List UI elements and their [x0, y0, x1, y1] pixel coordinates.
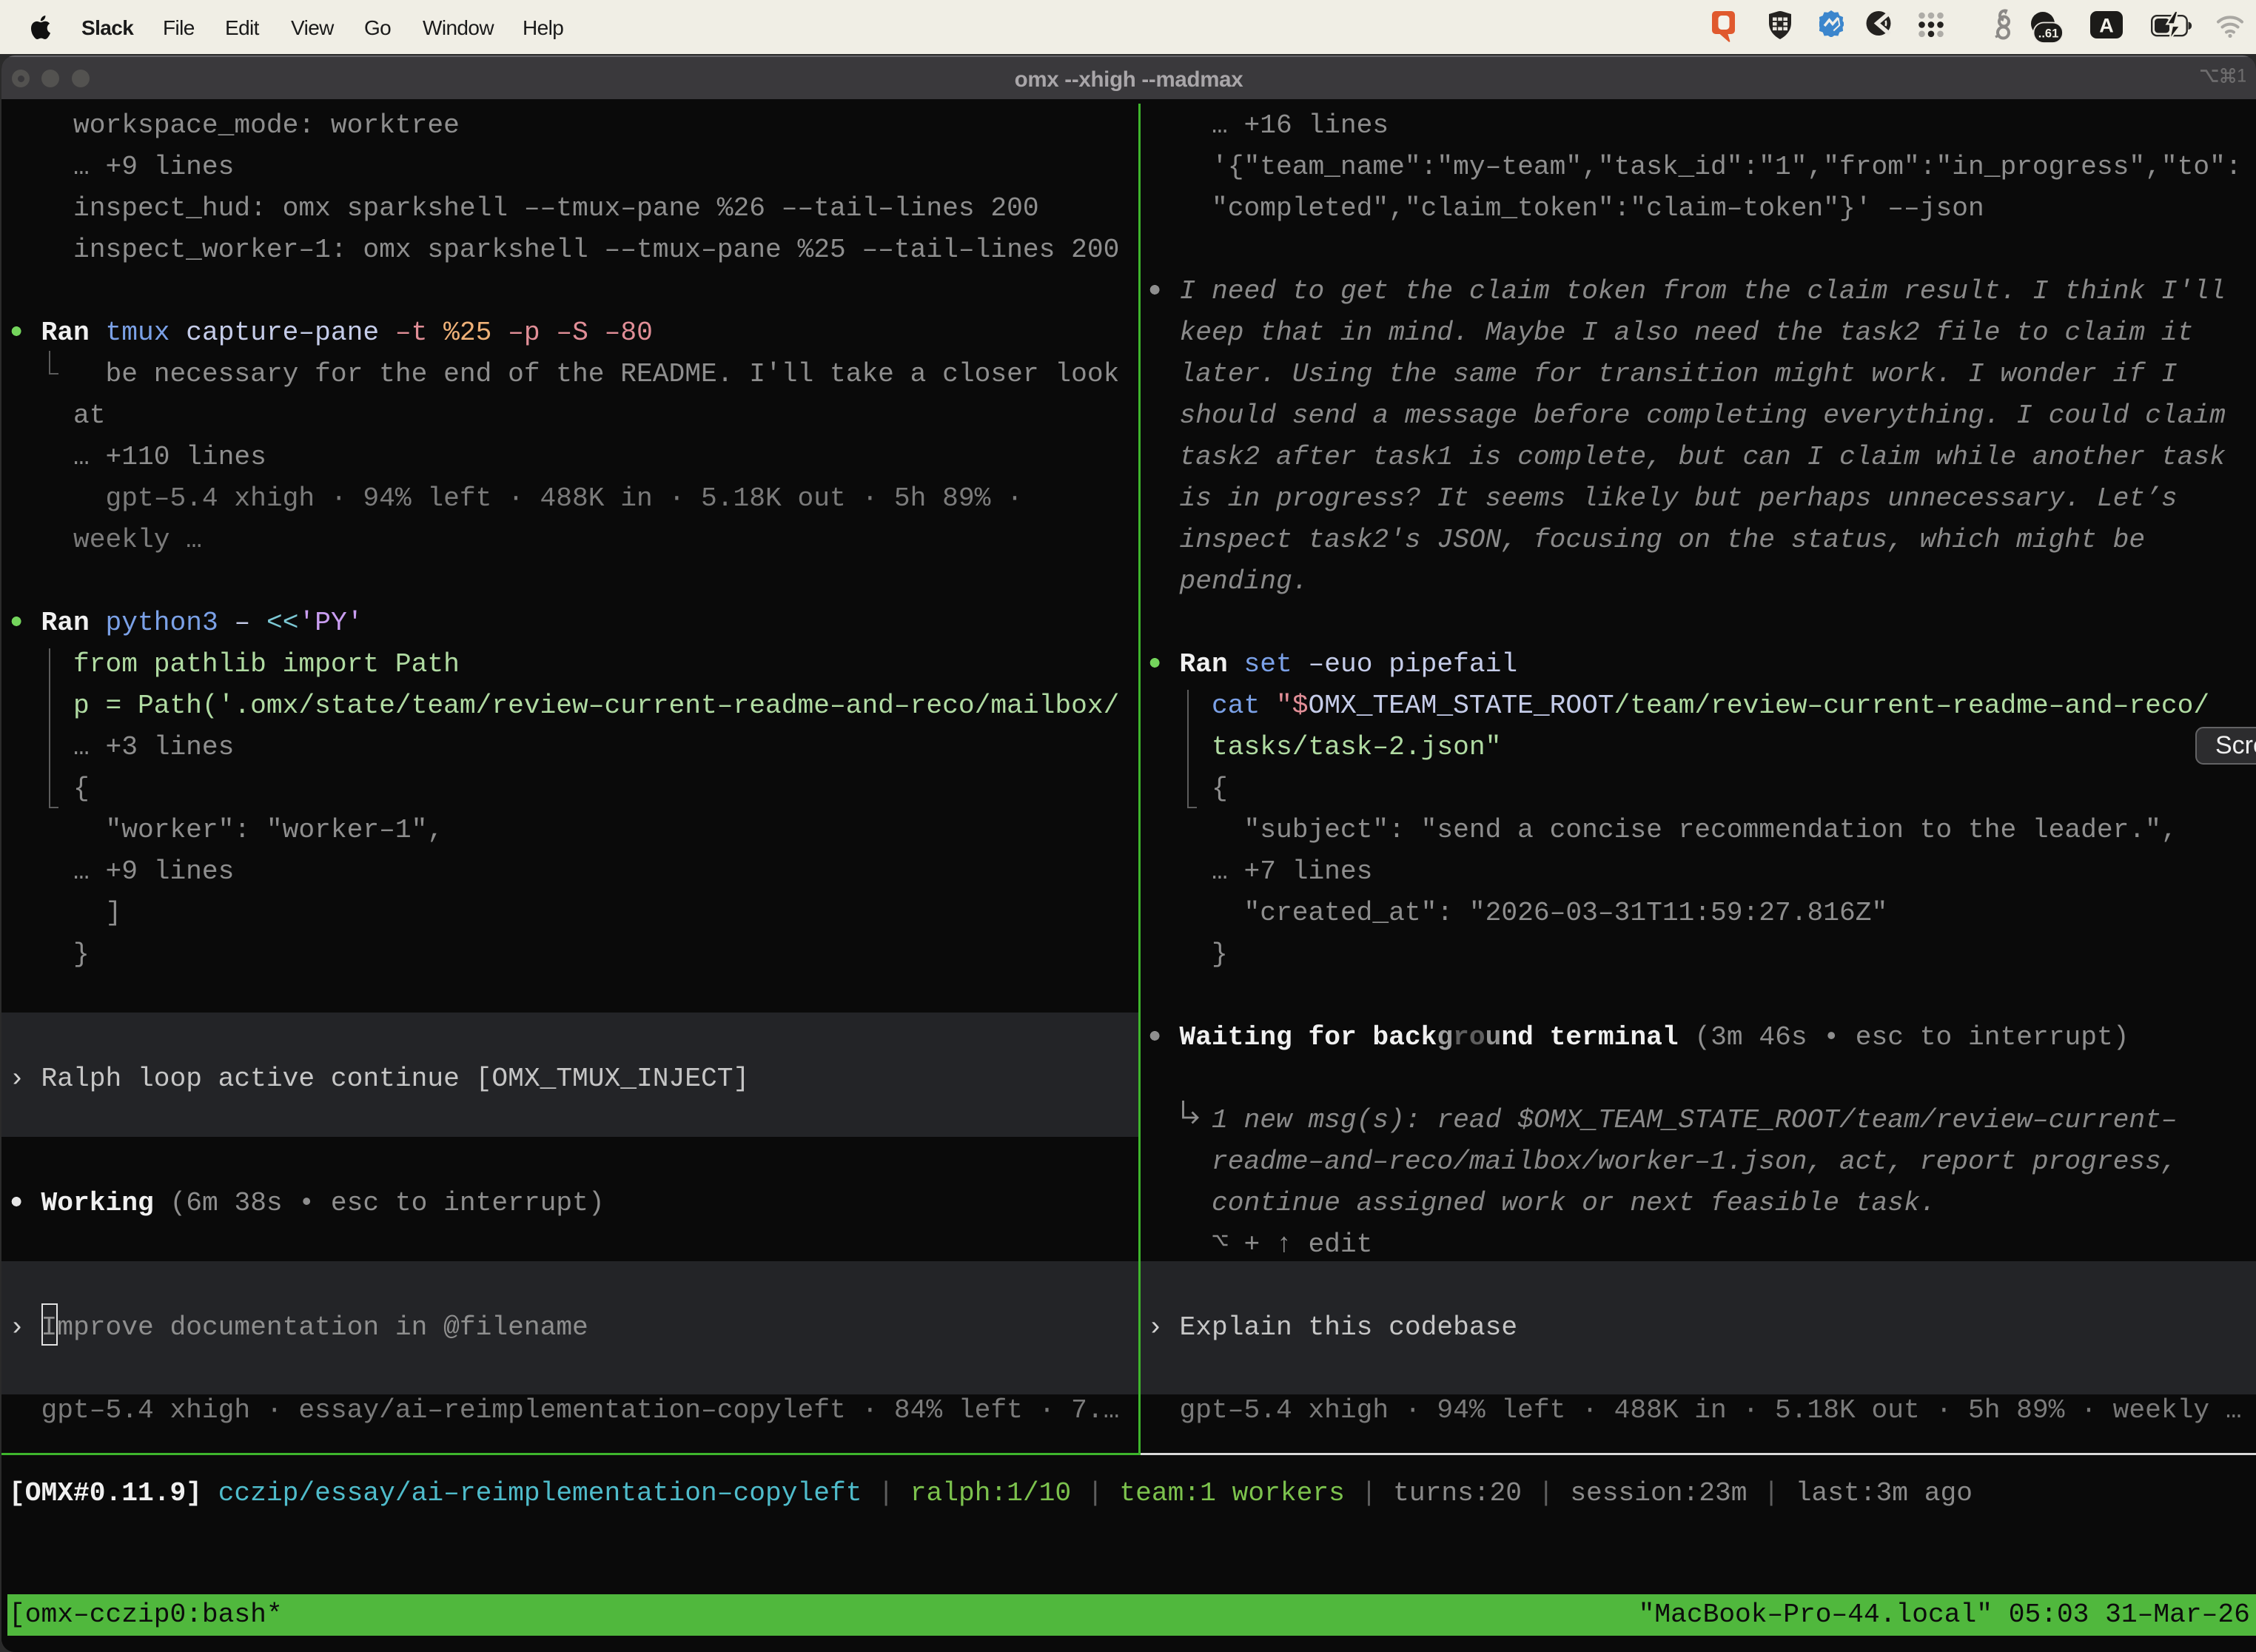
svg-text:1: 1 [2237, 68, 2246, 84]
svg-text:A: A [2099, 15, 2114, 37]
svg-text:..61: ..61 [2038, 27, 2059, 41]
